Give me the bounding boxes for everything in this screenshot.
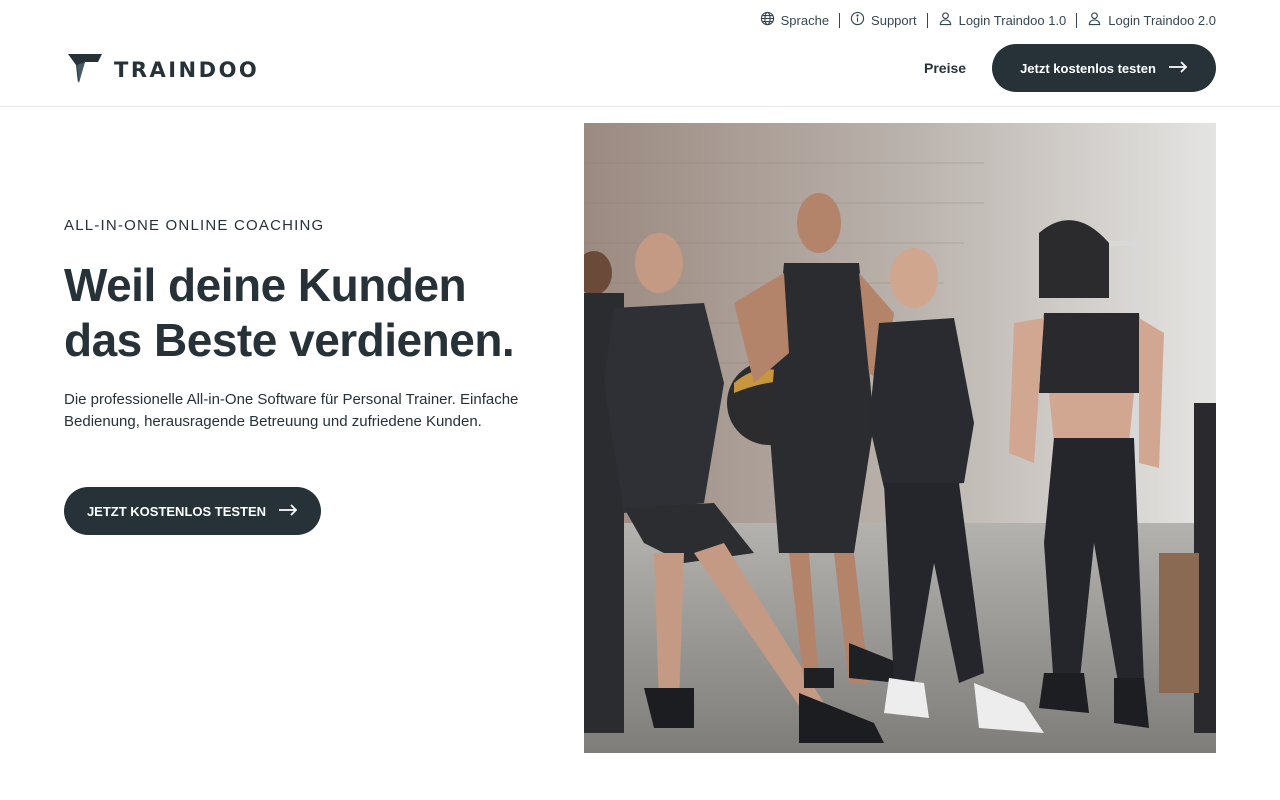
- login-1-label: Login Traindoo 1.0: [958, 12, 1067, 28]
- header-cta-label: Jetzt kostenlos testen: [1020, 60, 1156, 76]
- hero-eyebrow: ALL-IN-ONE ONLINE COACHING: [64, 217, 325, 234]
- header-cta-button[interactable]: Jetzt kostenlos testen: [992, 44, 1216, 92]
- hero-headline-line-2: das Beste verdienen.: [64, 314, 515, 366]
- logo[interactable]: TRAINDOO: [68, 52, 259, 88]
- support-label: Support: [871, 12, 917, 28]
- hero-headline-line-1: Weil deine Kunden: [64, 259, 467, 311]
- language-link[interactable]: Sprache: [750, 11, 839, 29]
- arrow-right-icon: [1168, 60, 1188, 76]
- logo-text: TRAINDOO: [114, 58, 260, 82]
- globe-icon: [760, 11, 775, 29]
- support-link[interactable]: Support: [840, 11, 927, 29]
- hero-headline: Weil deine Kunden das Beste verdienen.: [64, 258, 515, 368]
- utility-bar: Sprache Support Login Traindoo 1.0 Login…: [750, 0, 1216, 40]
- logo-mark-icon: [68, 52, 104, 88]
- user-icon: [1087, 11, 1102, 29]
- hero-cta-label: JETZT KOSTENLOS TESTEN: [86, 503, 267, 519]
- main-header: TRAINDOO Preise Jetzt kostenlos testen: [0, 40, 1280, 107]
- arrow-right-icon: [278, 503, 298, 519]
- hero-cta-button[interactable]: JETZT KOSTENLOS TESTEN: [64, 487, 321, 535]
- user-icon: [938, 11, 953, 29]
- login-1-link[interactable]: Login Traindoo 1.0: [928, 11, 1077, 29]
- login-2-link[interactable]: Login Traindoo 2.0: [1077, 11, 1216, 29]
- nav-link-prices[interactable]: Preise: [924, 60, 966, 76]
- hero-photo: [584, 123, 1216, 753]
- login-2-label: Login Traindoo 2.0: [1108, 12, 1216, 28]
- info-icon: [850, 11, 865, 29]
- hero-description: Die professionelle All-in-One Software f…: [64, 391, 519, 430]
- language-label: Sprache: [780, 12, 830, 28]
